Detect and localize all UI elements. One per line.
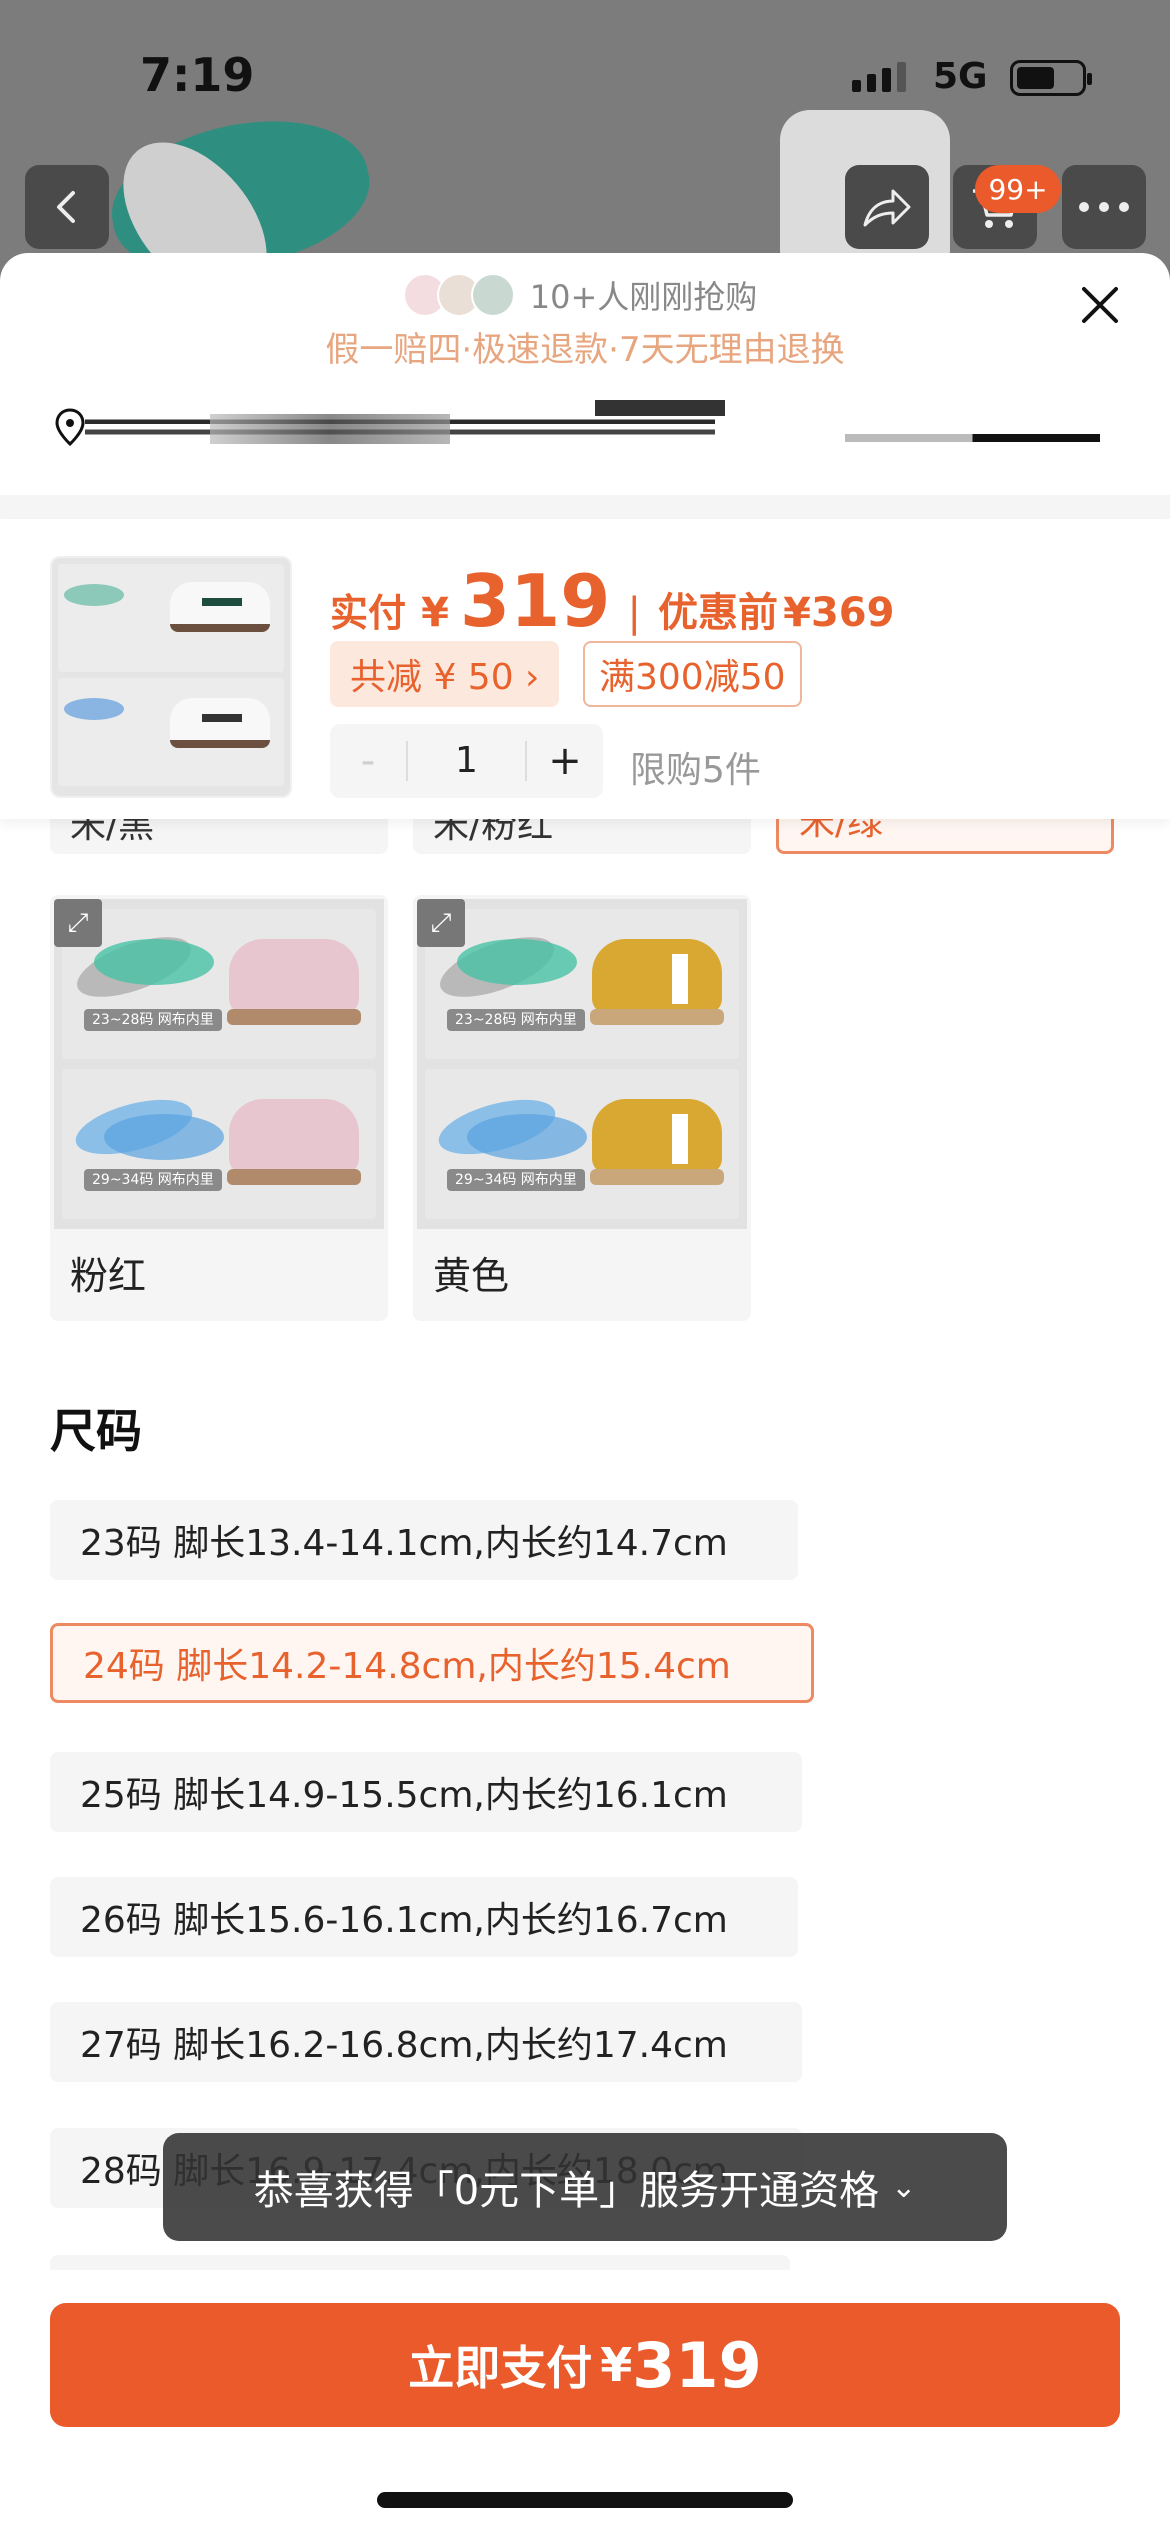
chevron-left-icon [57,191,75,223]
product-thumbnail[interactable] [50,556,292,798]
price-line: 实付 ¥ 319 | 优惠前 ¥369 [330,559,894,643]
network-type: 5G [933,56,988,97]
address-redacted [210,414,450,444]
price-separator: | [627,590,641,636]
decrease-quantity-button[interactable]: - [330,738,406,784]
signal-icon [852,62,906,92]
service-toast[interactable]: 恭喜获得「0元下单」服务开通资格 ⌄ [163,2133,1007,2241]
size-option[interactable]: 25码 脚长14.9-15.5cm,内长约16.1cm [50,1752,802,1832]
original-price: ¥369 [783,590,895,636]
back-button[interactable] [25,165,109,249]
battery-icon [1010,60,1092,96]
pay-currency: ¥ [600,2338,633,2392]
close-icon [1082,287,1118,323]
actual-price: 319 [460,559,611,643]
coupon-badge: 满300减50 [583,641,802,707]
size-section-title: 尺码 [50,1404,142,1458]
color-option[interactable]: 23~28码 网布内里 29~34码 网布内里 ⤢ 粉红 [50,895,388,1321]
size-option[interactable]: 26码 脚长15.6-16.1cm,内长约16.7cm [50,1877,798,1957]
more-icon [1079,202,1129,212]
recent-buyers: 10+人刚刚抢购 [0,272,1170,318]
share-button[interactable] [845,165,929,249]
currency-symbol: ¥ [421,590,449,636]
background-page: 7:19 5G 99+ [0,0,1170,280]
discount-detail-button[interactable]: 共减 ¥ 50 › [330,641,560,707]
cart-count-badge: 99+ [975,165,1061,213]
expand-icon[interactable]: ⤢ [417,899,465,947]
quantity-value[interactable]: 1 [406,741,527,781]
buyer-avatars [402,273,515,317]
chevron-down-icon: ⌄ [891,2169,917,2205]
size-tag: 23~28码 网布内里 [447,1009,585,1031]
pay-amount: 319 [632,2328,762,2402]
size-option[interactable]: 23码 脚长13.4-14.1cm,内长约14.7cm [50,1500,798,1580]
size-tag: 29~34码 网布内里 [84,1169,222,1191]
shoe-image [592,939,722,1013]
purchase-limit: 限购5件 [630,750,761,791]
close-button[interactable] [1075,282,1125,332]
address-redacted [595,400,725,416]
increase-quantity-button[interactable]: + [527,738,603,784]
more-button[interactable] [1062,165,1146,249]
expand-icon[interactable]: ⤢ [54,899,102,947]
pay-button-label: 立即支付 [408,2341,593,2395]
color-option[interactable]: 23~28码 网布内里 29~34码 网布内里 ⤢ 黄色 [413,895,751,1321]
share-icon [863,189,911,227]
size-tag: 29~34码 网布内里 [447,1169,585,1191]
product-summary: 实付 ¥ 319 | 优惠前 ¥369 共减 ¥ 50 › 满300减50 - … [0,519,1170,819]
quantity-stepper: - 1 + [330,724,603,798]
original-price-label: 优惠前 [658,590,779,636]
service-guarantee: 假一赔四·极速退款·7天无理由退换 [325,330,845,370]
color-label: 粉红 [70,1254,147,1298]
location-pin-icon [55,408,85,446]
status-time: 7:19 [140,48,255,102]
size-tag: 23~28码 网布内里 [84,1009,222,1031]
section-divider [0,495,1170,519]
color-image: 23~28码 网布内里 29~34码 网布内里 [417,899,747,1229]
avatar [470,273,515,317]
color-label: 黄色 [433,1254,510,1298]
shoe-image [229,939,359,1013]
actual-price-label: 实付 [330,591,407,635]
color-image: 23~28码 网布内里 29~34码 网布内里 [54,899,384,1229]
shipping-address-row[interactable] [50,400,1120,460]
size-option[interactable]: 27码 脚长16.2-16.8cm,内长约17.4cm [50,2002,802,2082]
address-redacted [845,434,1100,442]
size-option-selected[interactable]: 24码 脚长14.2-14.8cm,内长约15.4cm [50,1623,814,1703]
toast-text: 恭喜获得「0元下单」服务开通资格 [253,2168,880,2214]
home-indicator[interactable] [377,2492,793,2508]
pay-now-button[interactable]: 立即支付 ¥ 319 [50,2303,1120,2427]
recent-buyers-text: 10+人刚刚抢购 [529,278,758,316]
